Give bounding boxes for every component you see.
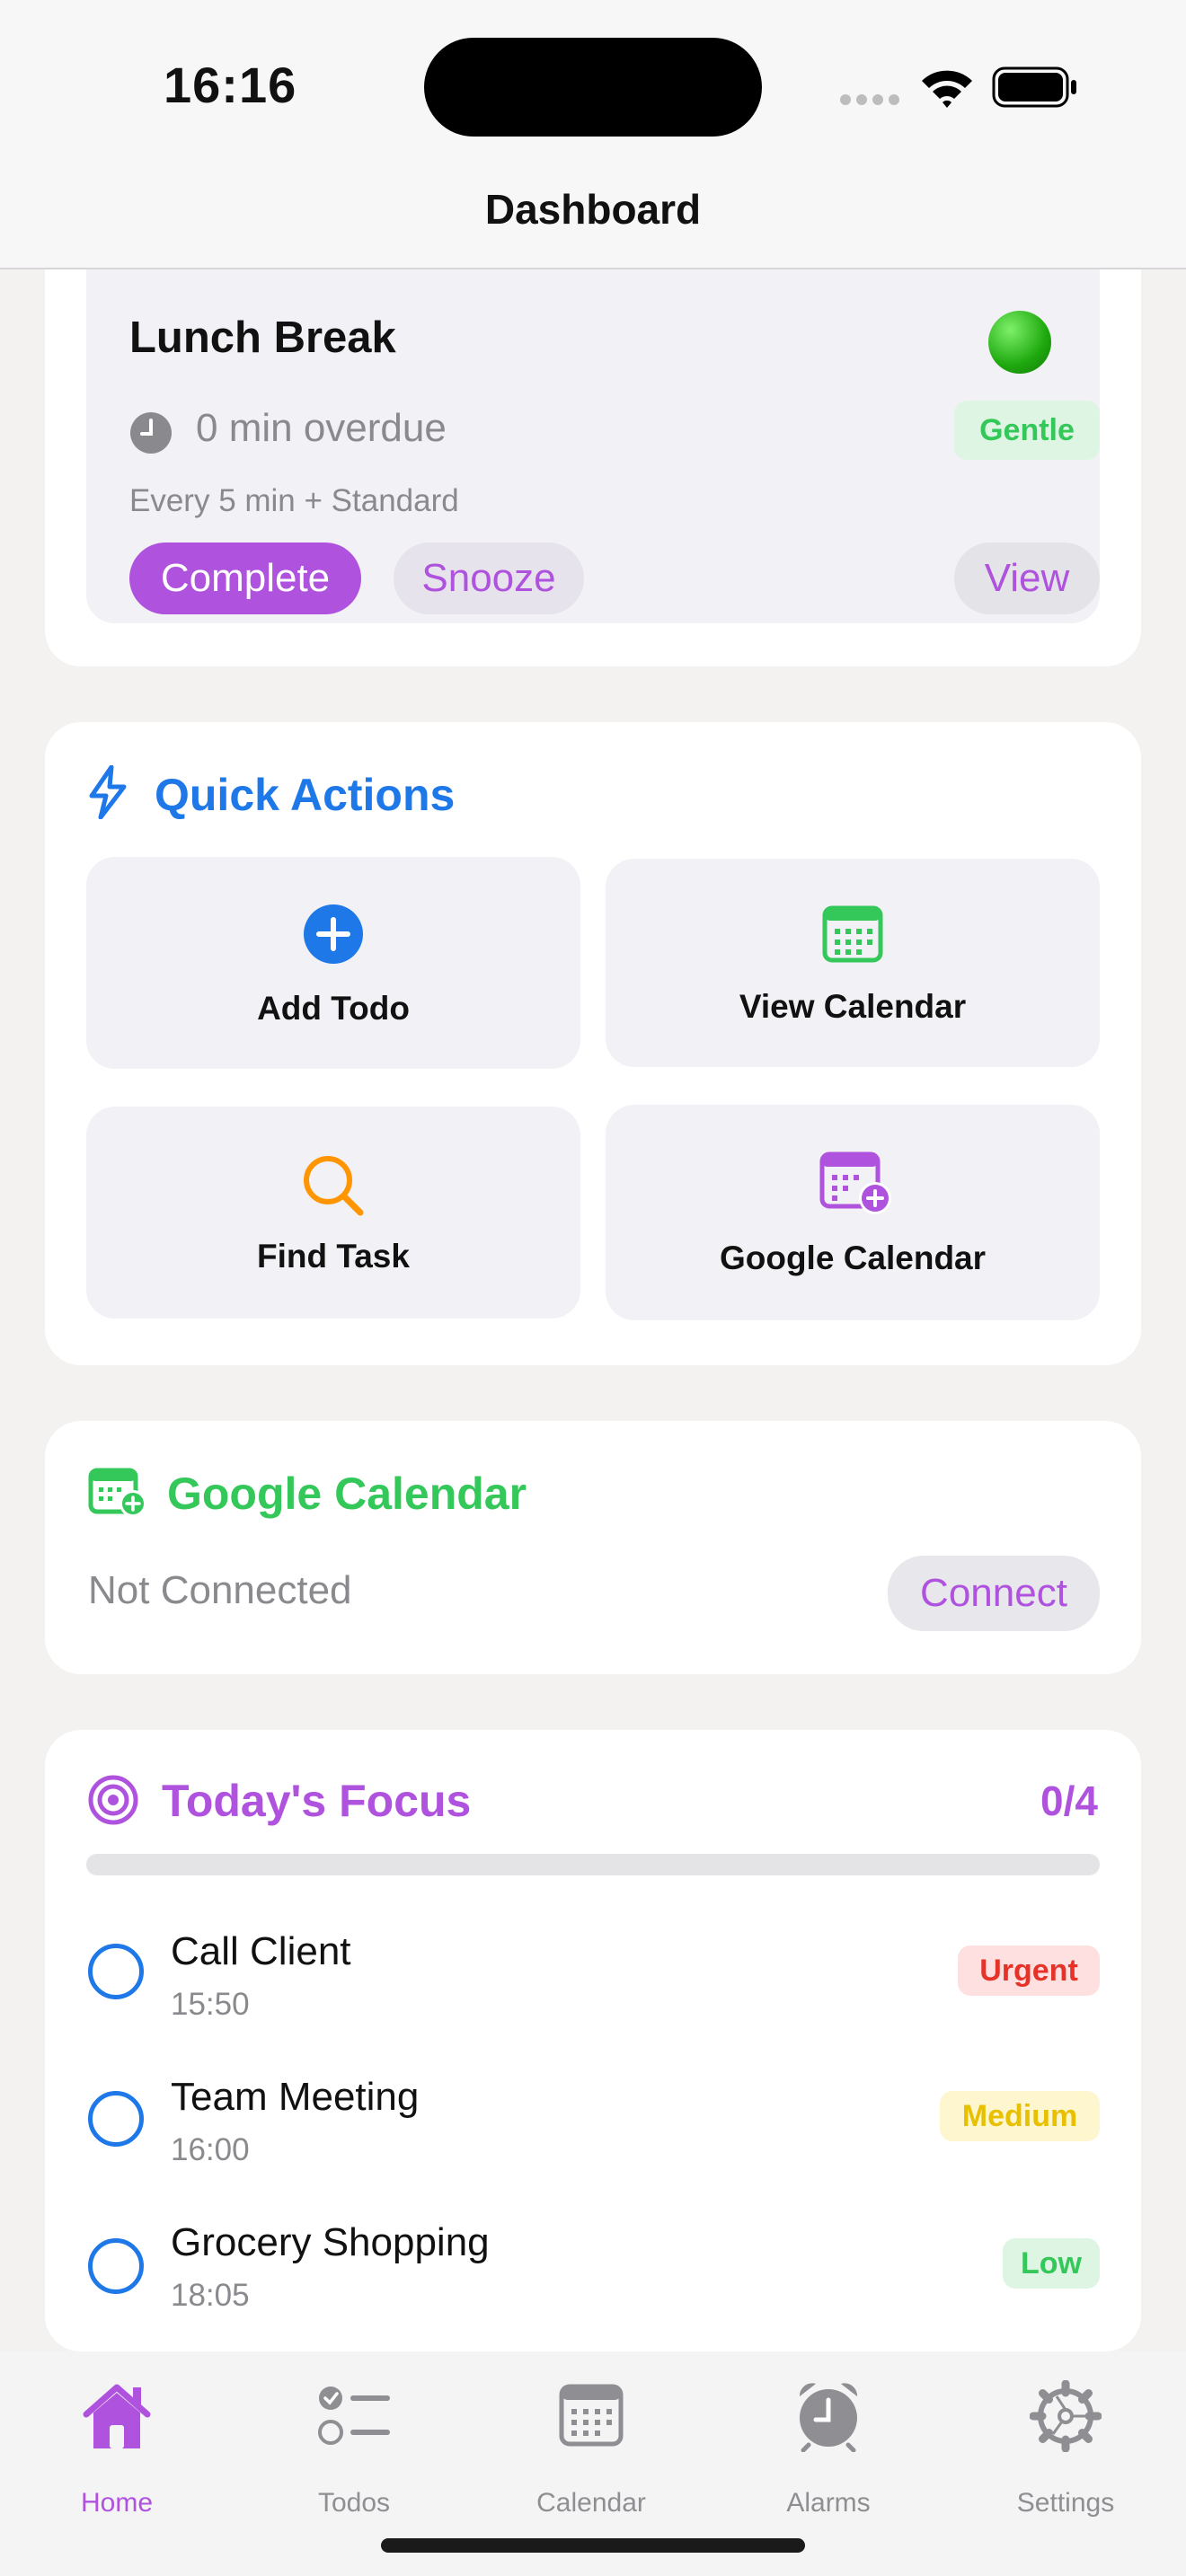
todo-time: 18:05 (171, 2278, 250, 2313)
find-task-button[interactable]: Find Task (86, 1107, 580, 1319)
focus-count: 0/4 (1040, 1778, 1098, 1824)
google-calendar-button[interactable]: Google Calendar (606, 1105, 1100, 1320)
calendar-icon (822, 905, 883, 963)
page-title: Dashboard (484, 186, 702, 233)
home-indicator (381, 2538, 805, 2553)
wifi-icon (918, 65, 976, 110)
add-todo-button[interactable]: Add Todo (86, 857, 580, 1069)
dynamic-island (424, 38, 762, 137)
search-icon (301, 1153, 366, 1218)
todo-title: Call Client (171, 1929, 351, 1973)
connect-button[interactable]: Connect (888, 1556, 1100, 1631)
focus-progress-bar (86, 1854, 1100, 1875)
complete-button[interactable]: Complete (129, 543, 361, 614)
add-todo-label: Add Todo (257, 990, 410, 1027)
google-calendar-label: Google Calendar (719, 1239, 987, 1276)
priority-badge-medium: Medium (940, 2091, 1100, 2141)
schedule-text: Every 5 min + Standard (129, 483, 459, 518)
find-task-label: Find Task (257, 1238, 410, 1275)
todo-time: 15:50 (171, 1987, 250, 2022)
overdue-text: 0 min overdue (196, 406, 447, 450)
tab-label: Settings (1016, 2488, 1115, 2518)
calendar-add-icon (88, 1468, 147, 1518)
todo-title: Grocery Shopping (171, 2220, 490, 2264)
google-calendar-title: Google Calendar (167, 1469, 527, 1519)
view-button[interactable]: View (954, 543, 1100, 614)
todo-row[interactable]: Call Client 15:50 Urgent (45, 1897, 1141, 2041)
signal-icon (839, 93, 902, 106)
todo-time: 16:00 (171, 2132, 250, 2167)
todo-row[interactable]: Grocery Shopping 18:05 Low (45, 2192, 1141, 2335)
alarm-clock-icon (794, 2378, 863, 2453)
priority-badge-urgent: Urgent (958, 1945, 1100, 1996)
target-icon (88, 1775, 138, 1825)
todo-row[interactable]: Team Meeting 16:00 Medium (45, 2044, 1141, 2188)
google-calendar-card: Google Calendar Not Connected Connect (45, 1421, 1141, 1674)
priority-badge-low: Low (1003, 2238, 1100, 2289)
connection-status: Not Connected (88, 1568, 352, 1612)
alarm-title: Lunch Break (129, 313, 396, 362)
tab-label: Alarms (786, 2488, 871, 2518)
tab-label: Calendar (536, 2488, 646, 2518)
focus-title: Today's Focus (162, 1776, 472, 1826)
bolt-icon (88, 764, 128, 820)
tab-label: Home (80, 2488, 154, 2518)
snooze-button[interactable]: Snooze (394, 543, 584, 614)
todo-checkbox[interactable] (88, 1944, 144, 1999)
clock-icon (129, 411, 173, 454)
view-calendar-label: View Calendar (739, 988, 967, 1025)
view-calendar-button[interactable]: View Calendar (606, 859, 1100, 1067)
calendar-icon (559, 2384, 624, 2447)
gear-icon (1029, 2379, 1102, 2453)
plus-circle-icon (303, 904, 364, 965)
tone-badge: Gentle (954, 401, 1100, 460)
todo-title: Team Meeting (171, 2075, 420, 2119)
status-time: 16:16 (164, 57, 297, 113)
calendar-add-icon (819, 1151, 893, 1216)
todo-checkbox[interactable] (88, 2238, 144, 2294)
todays-focus-card: Today's Focus 0/4 Call Client 15:50 Urge… (45, 1730, 1141, 2351)
checklist-icon (316, 2382, 392, 2450)
tab-label: Todos (317, 2488, 391, 2518)
todo-checkbox[interactable] (88, 2091, 144, 2147)
quick-actions-card: Quick Actions Add Todo View Calendar Fin… (45, 722, 1141, 1365)
alarm-status-dot (988, 311, 1051, 374)
top-bar: 16:16 Dashboard (0, 0, 1186, 269)
quick-actions-title: Quick Actions (155, 770, 456, 820)
house-icon (79, 2380, 155, 2452)
alarm-item[interactable]: Lunch Break 0 min overdue Gentle Every 5… (86, 216, 1100, 623)
battery-icon (992, 66, 1078, 108)
